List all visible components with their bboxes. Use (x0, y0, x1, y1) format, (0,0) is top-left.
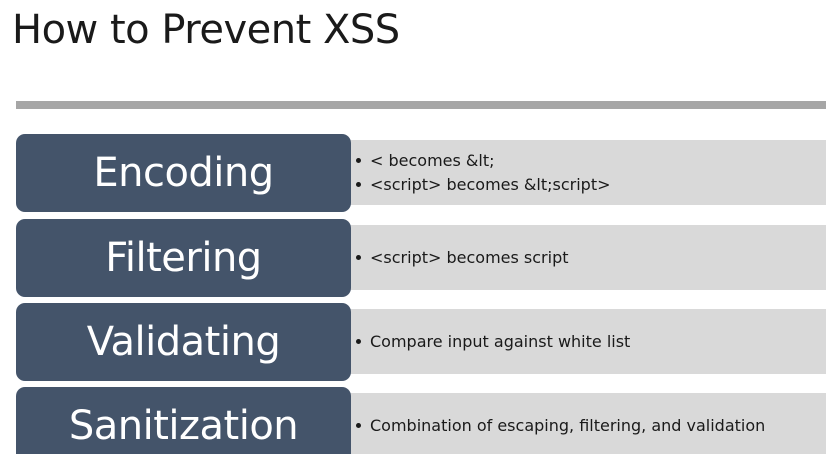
bullet-text: Compare input against white list (370, 331, 631, 351)
technique-label: Filtering (105, 235, 262, 281)
bullet-text: <script> becomes script (370, 247, 569, 267)
bullet-icon (356, 255, 361, 260)
technique-label: Encoding (93, 150, 274, 196)
bullet-icon (356, 158, 361, 163)
bullet-text: < becomes &lt; (370, 150, 495, 170)
technique-label-box: Validating (16, 303, 351, 381)
bullet-item: <script> becomes &lt;script> (356, 173, 826, 197)
bullet-text: Combination of escaping, filtering, and … (370, 415, 766, 435)
bullet-text: <script> becomes &lt;script> (370, 174, 611, 194)
slide: How to Prevent XSS Encoding < becomes &l… (0, 0, 826, 454)
technique-label-box: Sanitization (16, 387, 351, 454)
bullet-list: Combination of escaping, filtering, and … (356, 393, 826, 454)
technique-label-box: Filtering (16, 219, 351, 297)
technique-row-filtering: Filtering <script> becomes script (16, 219, 826, 297)
bullet-list: Compare input against white list (356, 309, 826, 374)
technique-label: Sanitization (68, 403, 299, 449)
technique-label: Validating (86, 319, 281, 365)
bullet-icon (356, 423, 361, 428)
bullet-list: < becomes &lt; <script> becomes &lt;scri… (356, 140, 826, 205)
technique-row-encoding: Encoding < becomes &lt; <script> becomes… (16, 134, 826, 212)
technique-row-validating: Validating Compare input against white l… (16, 303, 826, 381)
bullet-icon (356, 339, 361, 344)
bullet-item: Compare input against white list (356, 330, 826, 354)
technique-list: Encoding < becomes &lt; <script> becomes… (0, 0, 826, 454)
bullet-item: Combination of escaping, filtering, and … (356, 414, 826, 438)
bullet-icon (356, 182, 361, 187)
bullet-item: <script> becomes script (356, 246, 826, 270)
technique-label-box: Encoding (16, 134, 351, 212)
technique-row-sanitization: Sanitization Combination of escaping, fi… (16, 387, 826, 454)
bullet-item: < becomes &lt; (356, 149, 826, 173)
bullet-list: <script> becomes script (356, 225, 826, 290)
